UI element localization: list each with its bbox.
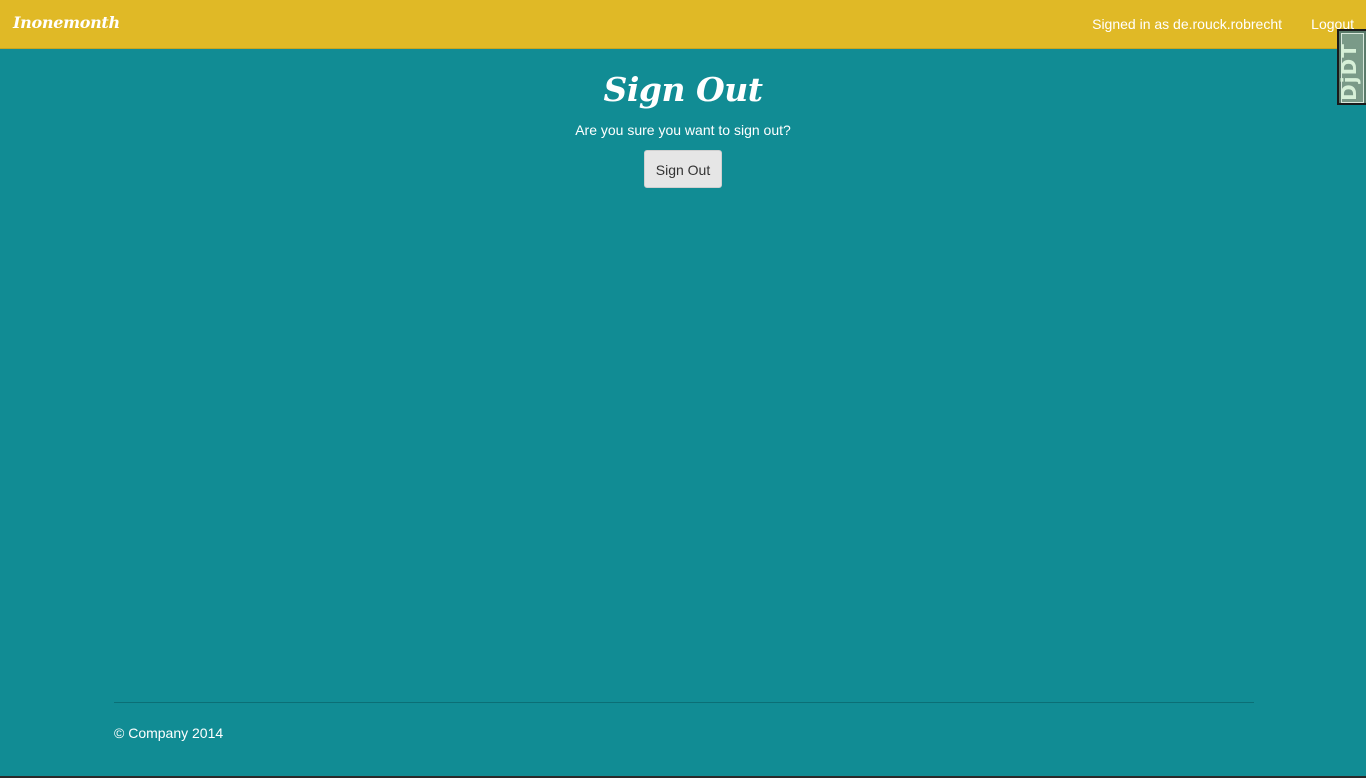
sign-out-button[interactable]: Sign Out: [644, 150, 722, 188]
footer-copyright: © Company 2014: [114, 725, 224, 741]
main-content: Sign Out Are you sure you want to sign o…: [0, 68, 1366, 188]
brand-link[interactable]: Inonemonth: [13, 13, 120, 32]
top-navbar: Inonemonth Signed in as de.rouck.robrech…: [0, 0, 1366, 49]
signed-in-status: Signed in as de.rouck.robrecht: [1092, 16, 1282, 32]
confirm-message: Are you sure you want to sign out?: [575, 122, 791, 138]
footer-divider: [114, 702, 1254, 703]
page-title: Sign Out: [603, 70, 763, 109]
